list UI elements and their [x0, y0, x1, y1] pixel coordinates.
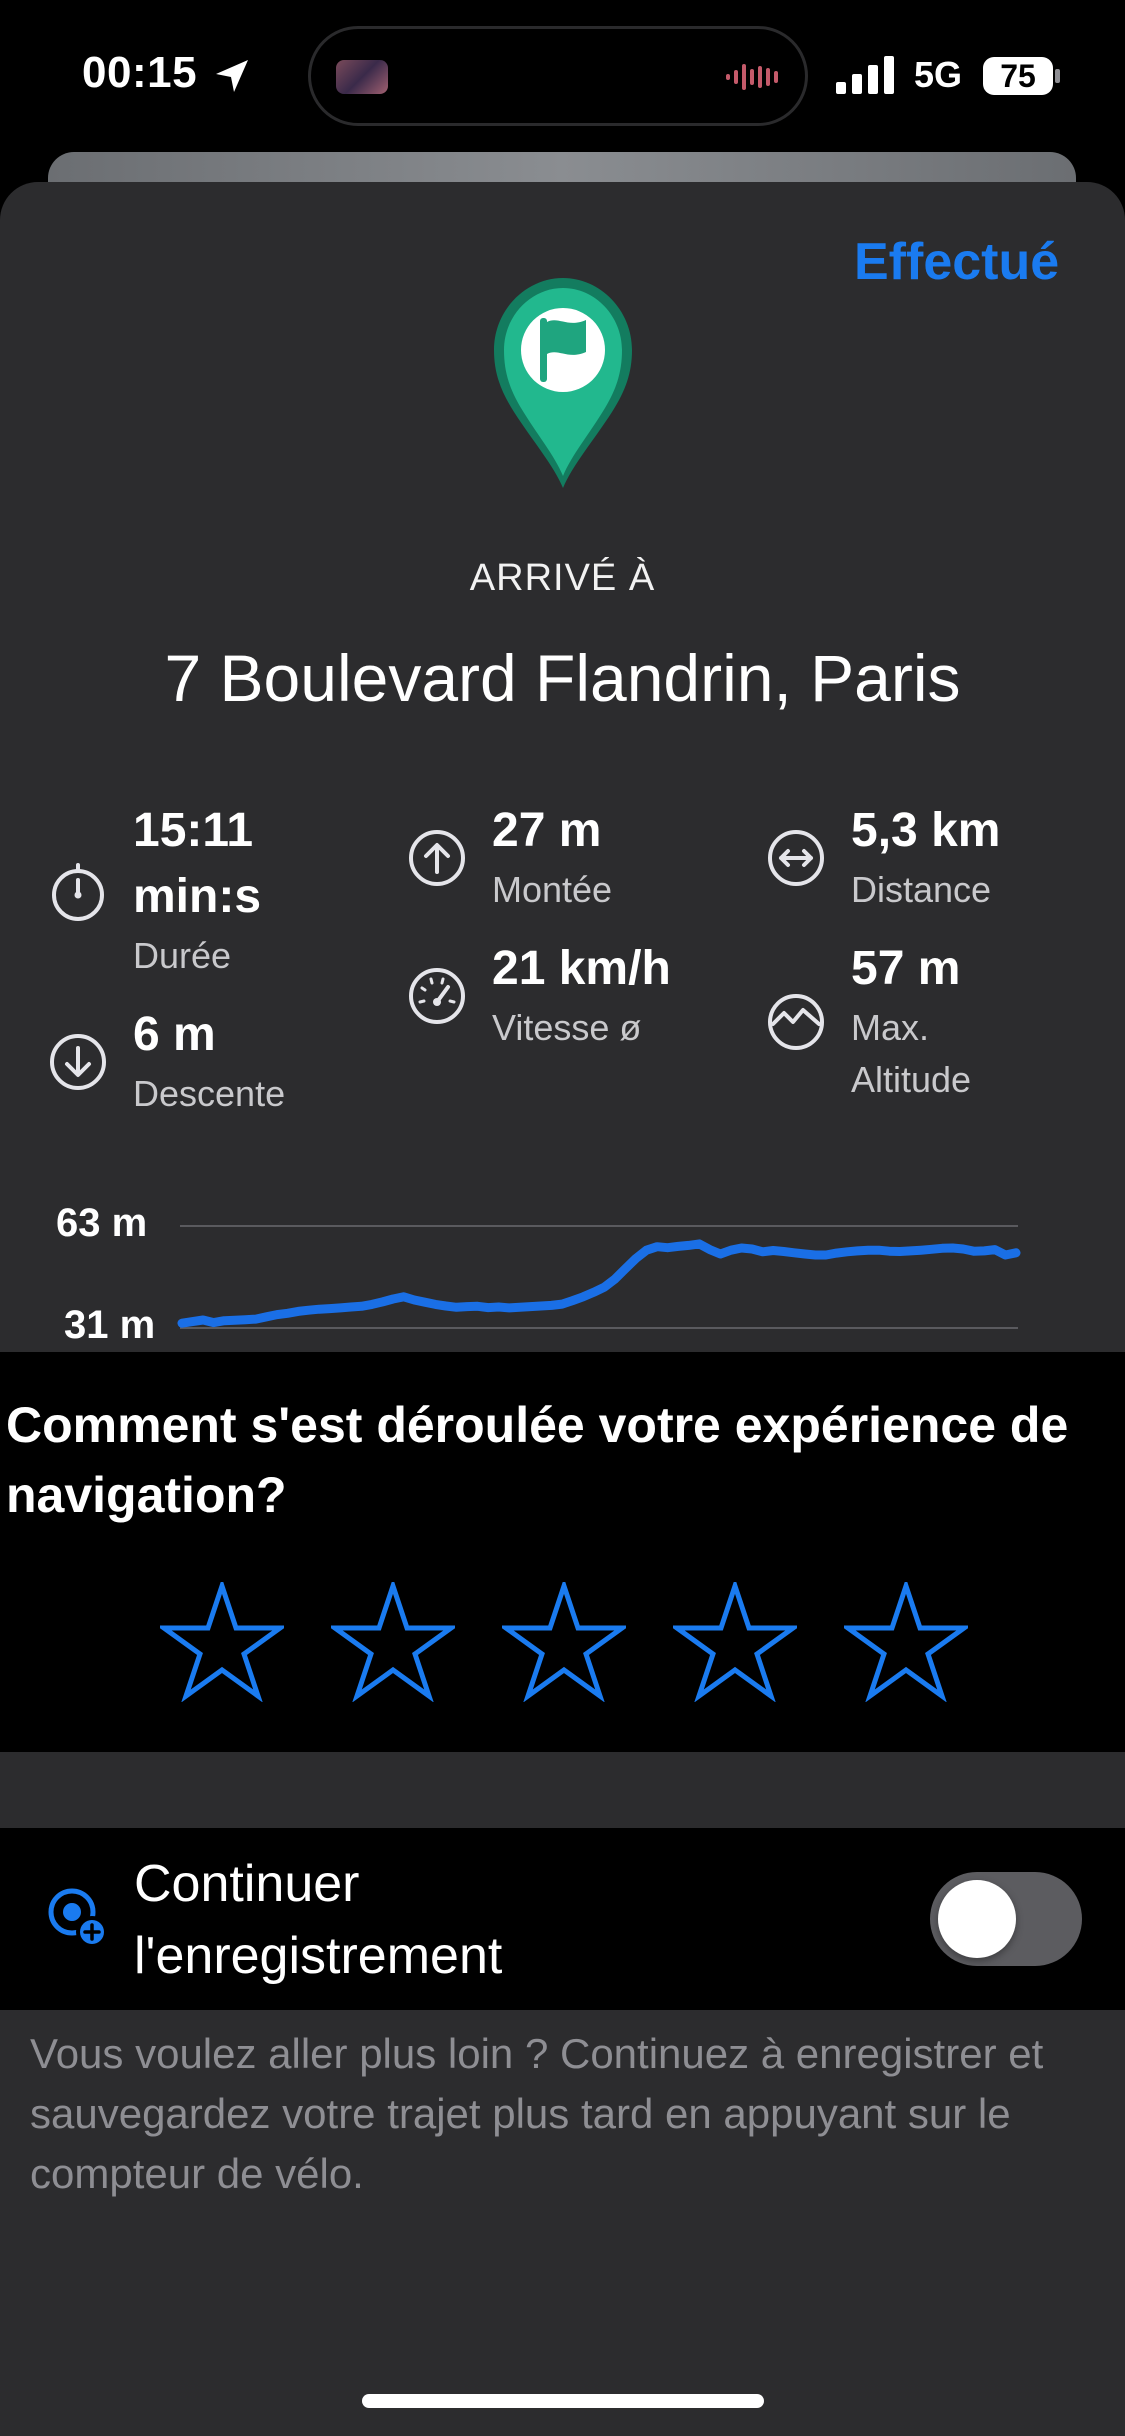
- altitude-value: 57 m: [851, 942, 961, 995]
- continue-recording-label-line2: l'enregistrement: [134, 1927, 503, 1985]
- now-playing-thumbnail: [336, 60, 388, 94]
- elevation-chart: 63 m 31 m: [56, 1201, 1021, 1347]
- star-5-icon[interactable]: [844, 1582, 968, 1702]
- star-1-icon[interactable]: [160, 1582, 284, 1702]
- distance-label: Distance: [851, 869, 992, 910]
- stopwatch-icon: [52, 863, 104, 921]
- rating-question: Comment s'est déroulée votre expérience …: [6, 1397, 1069, 1523]
- section-spacer: [0, 1752, 1125, 1828]
- duration-unit: min:s: [133, 870, 262, 923]
- speed-value: 21 km/h: [492, 942, 671, 995]
- y-tick-label-top: 63 m: [56, 1201, 147, 1245]
- arrow-down-circle-icon: [50, 1034, 106, 1090]
- star-4-icon[interactable]: [673, 1582, 797, 1702]
- recording-help-text: Vous voulez aller plus loin ? Continuez …: [30, 2030, 1044, 2197]
- elevation-line: [177, 1239, 1021, 1328]
- audio-waveform-icon: [726, 64, 778, 90]
- star-2-icon[interactable]: [331, 1582, 455, 1702]
- location-arrow-icon: [216, 60, 248, 92]
- duration-value: 15:11: [133, 804, 254, 857]
- destination-address: 7 Boulevard Flandrin, Paris: [164, 641, 961, 715]
- star-3-icon[interactable]: [502, 1582, 626, 1702]
- cellular-signal-icon: [836, 56, 894, 94]
- arrived-label: ARRIVÉ À: [469, 557, 656, 599]
- status-time: 00:15: [82, 48, 198, 97]
- done-button[interactable]: Effectué: [854, 232, 1059, 292]
- descent-value: 6 m: [133, 1008, 216, 1061]
- y-tick-label-bottom: 31 m: [64, 1303, 155, 1347]
- toggle-knob[interactable]: [938, 1880, 1016, 1958]
- home-indicator[interactable]: [362, 2394, 764, 2408]
- arrows-horizontal-circle-icon: [768, 830, 824, 886]
- duration-label: Durée: [133, 935, 232, 976]
- speed-label: Vitesse ø: [492, 1007, 642, 1048]
- continue-recording-label-line1: Continuer: [134, 1855, 360, 1913]
- network-type: 5G: [914, 54, 963, 95]
- descent-label: Descente: [133, 1073, 286, 1114]
- altitude-label-line2: Altitude: [851, 1059, 972, 1100]
- battery-level: 75: [1000, 58, 1036, 94]
- speedometer-icon: [409, 968, 465, 1024]
- ascent-label: Montée: [492, 869, 613, 910]
- mountain-circle-icon: [768, 994, 824, 1050]
- record-add-icon: [48, 1888, 108, 1948]
- altitude-label: Max.: [851, 1007, 930, 1048]
- ascent-value: 27 m: [492, 804, 602, 857]
- arrow-up-circle-icon: [409, 830, 465, 886]
- continue-recording-label: Continuer l'enregistrement: [134, 1848, 502, 1992]
- destination-flag-pin-icon: [494, 278, 632, 488]
- distance-value: 5,3 km: [851, 804, 1001, 857]
- battery-icon: 75: [982, 56, 1062, 96]
